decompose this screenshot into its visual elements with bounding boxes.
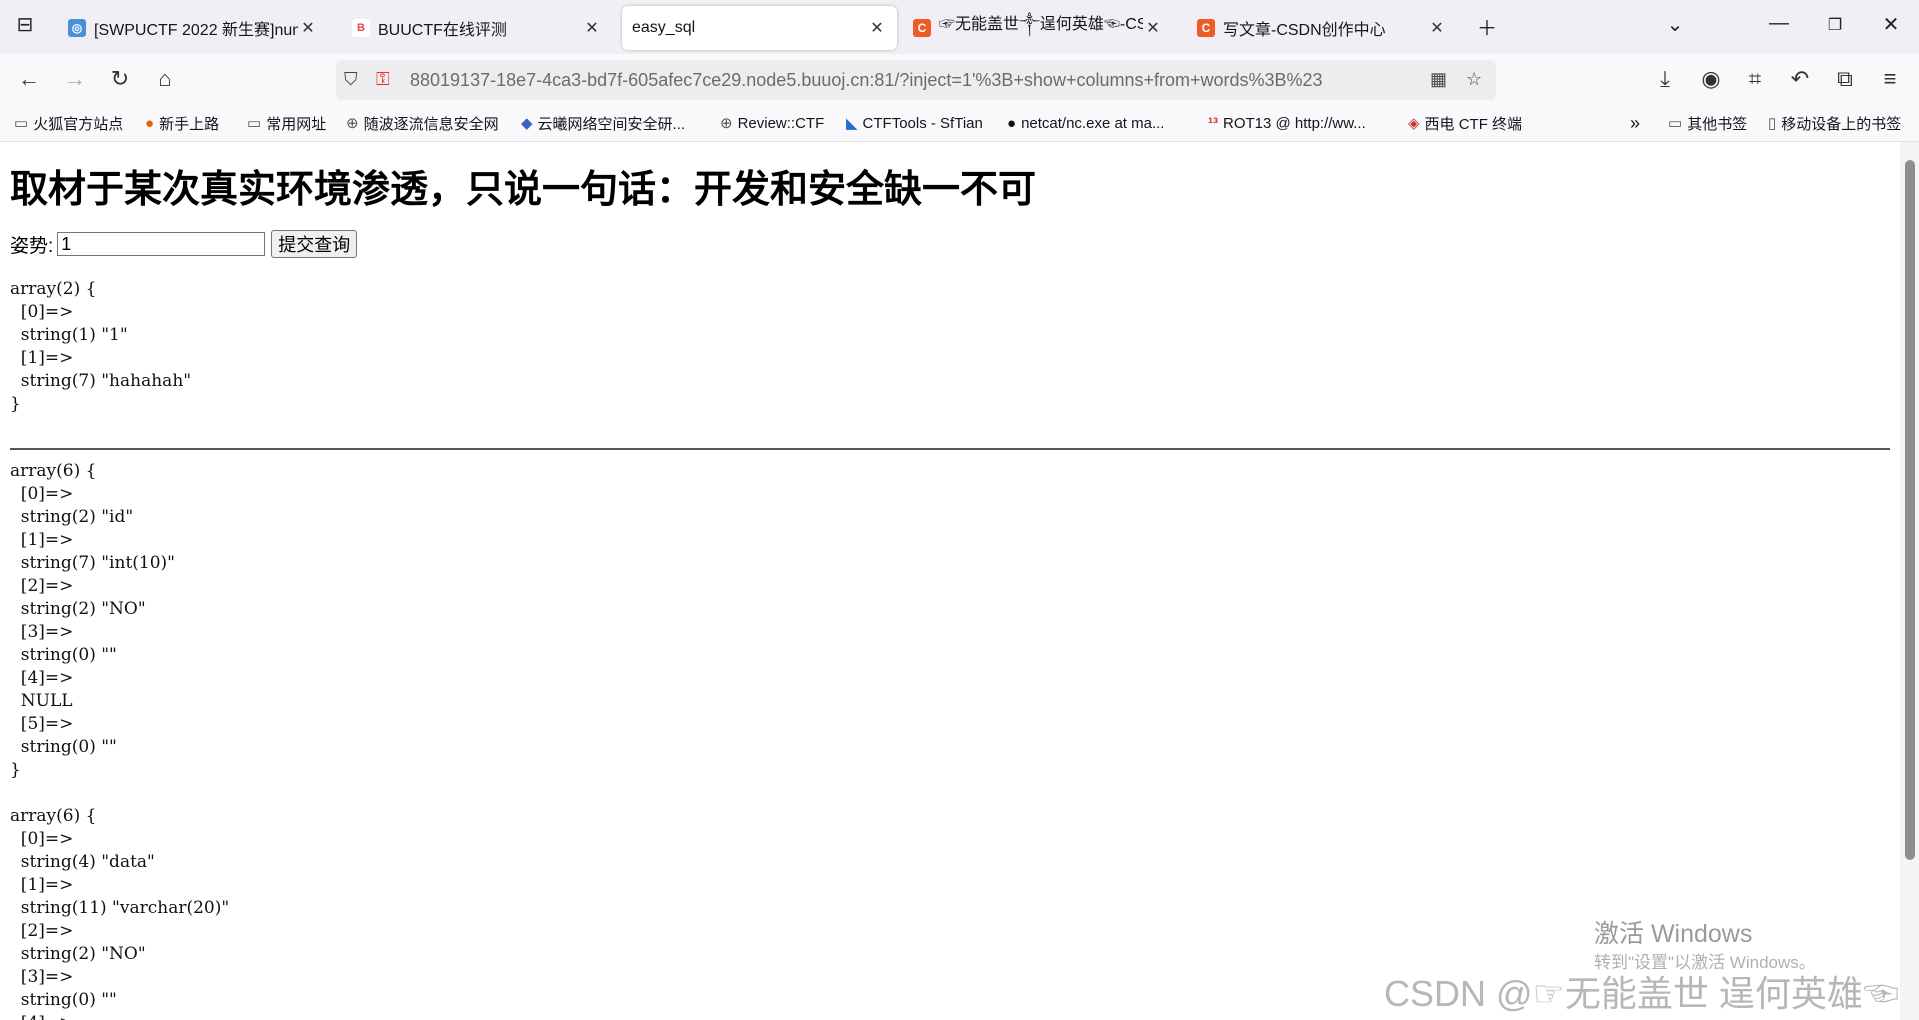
globe-icon: ⊕ (720, 115, 733, 132)
menu-icon[interactable]: ≡ (1875, 64, 1905, 94)
close-tab-icon[interactable]: ✕ (867, 18, 887, 38)
more-bookmarks-icon[interactable]: » (1630, 112, 1640, 134)
navigation-toolbar: ← → ↻ ⌂ ⛉ ⚿ ▦ ☆ ⤓ ◉ ⌗ ↶ ⧉ ≡ (0, 54, 1919, 106)
tab-strip: ⊟ ◎ [SWPUCTF 2022 新生赛]numg ✕ B BUUCTF在线评… (0, 0, 1919, 54)
rot13-icon: ¹³ (1208, 114, 1218, 132)
account-icon[interactable]: ◉ (1696, 64, 1726, 94)
site-icon: ◆ (521, 115, 533, 132)
other-bookmarks[interactable]: ▭ 其他书签 (1668, 112, 1747, 134)
tab-easy-sql[interactable]: easy_sql ✕ (622, 6, 897, 50)
site-favicon-icon: ◎ (68, 19, 86, 37)
undo-icon[interactable]: ↶ (1785, 64, 1815, 94)
query-result-dump: array(6) { [0]=> string(2) "id" [1]=> st… (10, 461, 175, 780)
screenshot-icon[interactable]: ⌗ (1740, 64, 1770, 94)
globe-icon: ⊕ (346, 115, 359, 132)
tab-title: 写文章-CSDN创作中心 (1223, 22, 1386, 39)
close-tab-icon[interactable]: ✕ (298, 18, 318, 38)
github-icon: ● (1007, 114, 1017, 132)
tab-title: ☞无能盖世༒逞何英雄☜-CSDN (939, 15, 1143, 33)
bookmark-item[interactable]: ● netcat/nc.exe at ma... (1007, 112, 1164, 134)
list-tabs-icon[interactable]: ⌄ (1660, 12, 1690, 37)
bookmark-star-icon[interactable]: ☆ (1466, 69, 1482, 90)
tab-title: [SWPUCTF 2022 新生赛]numg (94, 22, 298, 39)
windows-activation-watermark: 激活 Windows (1594, 920, 1753, 948)
tab-title: easy_sql (632, 19, 696, 36)
query-result-dump: array(6) { [0]=> string(4) "data" [1]=> … (10, 806, 230, 1020)
tab-overview-icon[interactable]: ⊟ (10, 12, 40, 37)
reload-icon[interactable]: ↻ (105, 64, 135, 94)
bookmark-item[interactable]: ◈ 西电 CTF 终端 (1408, 112, 1522, 134)
tab-title: BUUCTF在线评测 (378, 22, 507, 39)
mobile-icon: ▯ (1768, 115, 1777, 132)
scrollbar-thumb[interactable] (1905, 160, 1915, 860)
page-title: 取材于某次真实环境渗透，只说一句话：开发和安全缺一不可 (10, 167, 1037, 211)
restore-icon[interactable]: ❐ (1820, 15, 1850, 35)
divider (10, 448, 1890, 450)
bookmark-item[interactable]: ● 新手上路 (145, 112, 219, 134)
new-tab-icon[interactable]: ＋ (1472, 12, 1502, 41)
close-tab-icon[interactable]: ✕ (582, 18, 602, 38)
close-tab-icon[interactable]: ✕ (1143, 18, 1163, 38)
csdn-favicon-icon: C (1197, 19, 1215, 37)
form-label: 姿势: (10, 235, 54, 257)
buuctf-favicon-icon: B (352, 19, 370, 37)
tab-swpuctf[interactable]: ◎ [SWPUCTF 2022 新生赛]numg ✕ (58, 6, 328, 50)
bookmark-item[interactable]: ⊕ 随波逐流信息安全网 (346, 112, 499, 134)
tab-csdn-write[interactable]: C 写文章-CSDN创作中心 ✕ (1187, 6, 1457, 50)
firefox-icon: ● (145, 114, 155, 132)
home-icon[interactable]: ⌂ (150, 64, 180, 94)
window-close-icon[interactable]: ✕ (1876, 12, 1906, 37)
site-icon: ◈ (1408, 115, 1420, 132)
back-icon[interactable]: ← (14, 64, 44, 94)
inject-input[interactable] (57, 232, 266, 256)
csdn-watermark: CSDN @☞无能盖世 逞何英雄☜ (1384, 973, 1899, 1014)
bookmark-item[interactable]: ▭ 火狐官方站点 (14, 112, 123, 134)
tab-buuctf[interactable]: B BUUCTF在线评测 ✕ (342, 6, 612, 50)
csdn-favicon-icon: C (913, 19, 931, 37)
mobile-bookmarks[interactable]: ▯ 移动设备上的书签 (1768, 112, 1901, 134)
bookmark-item[interactable]: ⊕ Review::CTF (720, 112, 824, 134)
submit-button[interactable]: 提交查询 (271, 230, 358, 258)
site-icon: ◣ (846, 115, 858, 132)
bookmark-item[interactable]: ◣ CTFTools - SfTian (846, 112, 983, 134)
address-bar[interactable]: ⛉ ⚿ ▦ ☆ (336, 60, 1496, 100)
folder-icon: ▭ (247, 115, 262, 132)
insecure-lock-icon[interactable]: ⚿ (376, 69, 390, 90)
qr-code-icon[interactable]: ▦ (1430, 69, 1447, 90)
inject-form: 姿势: 提交查询 (10, 230, 358, 258)
close-tab-icon[interactable]: ✕ (1427, 18, 1447, 38)
page-content: 取材于某次真实环境渗透，只说一句话：开发和安全缺一不可 姿势: 提交查询 arr… (0, 142, 1900, 1020)
bookmarks-toolbar: ▭ 火狐官方站点 ● 新手上路 ▭ 常用网址 ⊕ 随波逐流信息安全网 ◆ 云曦网络空间安全… (0, 106, 1919, 142)
query-result-dump: array(2) { [0]=> string(1) "1" [1]=> str… (10, 279, 192, 414)
forward-icon[interactable]: → (60, 64, 90, 94)
tab-csdn-blog[interactable]: C ☞无能盖世༒逞何英雄☜-CSDN ✕ (903, 6, 1173, 50)
extensions-icon[interactable]: ⧉ (1830, 64, 1860, 94)
url-input[interactable] (410, 66, 1360, 94)
bookmark-item[interactable]: ▭ 常用网址 (247, 112, 326, 134)
tracking-shield-icon[interactable]: ⛉ (344, 69, 358, 90)
minimize-icon[interactable]: — (1764, 12, 1794, 35)
folder-icon: ▭ (14, 115, 29, 132)
folder-icon: ▭ (1668, 115, 1683, 132)
downloads-icon[interactable]: ⤓ (1650, 64, 1680, 94)
bookmark-item[interactable]: ◆ 云曦网络空间安全研... (521, 112, 685, 134)
bookmark-item[interactable]: ¹³ ROT13 @ http://ww... (1208, 112, 1366, 134)
